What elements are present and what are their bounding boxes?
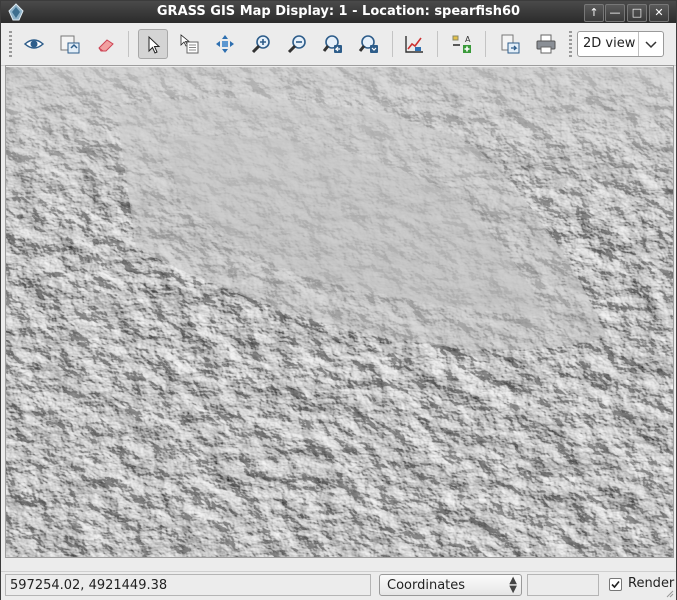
printer-icon (536, 34, 556, 54)
view-mode-value: 2D view (583, 36, 636, 51)
up-down-chevron-icon: ▲ ▼ (509, 575, 517, 595)
pan-button[interactable] (210, 29, 240, 59)
query-icon (180, 34, 199, 54)
eye-icon (23, 39, 45, 49)
render-map-icon (60, 35, 80, 54)
up-arrow-icon: ↑ (589, 6, 599, 19)
pointer-button[interactable] (138, 29, 168, 59)
view-mode-select[interactable]: 2D view (577, 31, 664, 57)
coordinates-value: 597254.02, 4921449.38 (10, 578, 168, 593)
overlay-button[interactable]: A (447, 29, 477, 59)
erase-display-button[interactable] (91, 29, 121, 59)
toolbar-separator (392, 31, 393, 57)
zoom-menu-icon (358, 35, 378, 53)
map-canvas[interactable] (6, 67, 673, 557)
pan-icon (216, 35, 234, 53)
analyze-button[interactable] (399, 29, 429, 59)
statusbar-extra-field (527, 574, 599, 596)
chevron-down-icon[interactable] (638, 32, 663, 56)
display-map-button[interactable] (19, 29, 49, 59)
window-maximize-button[interactable]: □ (627, 4, 647, 22)
analyze-icon (405, 36, 423, 53)
title-bar[interactable]: GRASS GIS Map Display: 1 - Location: spe… (1, 1, 676, 23)
zoom-in-button[interactable] (246, 29, 276, 59)
zoom-back-icon (322, 35, 342, 53)
toolbar-separator (437, 31, 438, 57)
eraser-icon (98, 39, 114, 52)
map-display-window: GRASS GIS Map Display: 1 - Location: spe… (0, 0, 677, 600)
toolbar-separator (485, 31, 486, 57)
checkmark-icon (611, 580, 620, 589)
coordinates-display: 597254.02, 4921449.38 (5, 574, 371, 596)
pointer-icon (148, 35, 161, 54)
render-map-button[interactable] (55, 29, 85, 59)
window-minimize-button[interactable]: — (605, 4, 625, 22)
query-button[interactable] (174, 29, 204, 59)
toolbar-separator (128, 31, 129, 57)
svg-text:A: A (465, 35, 471, 44)
save-image-icon (501, 34, 520, 54)
status-bar: 597254.02, 4921449.38 Coordinates ▲ ▼ Ren… (1, 571, 676, 600)
map-overlay-icon: A (452, 35, 471, 53)
close-icon: ✕ (654, 6, 664, 19)
window-up-button[interactable]: ↑ (584, 4, 604, 22)
zoom-back-button[interactable] (318, 29, 348, 59)
zoom-out-button[interactable] (282, 29, 312, 59)
statusbar-mode-value: Coordinates (387, 578, 466, 593)
window-close-button[interactable]: ✕ (649, 4, 669, 22)
minimize-icon: — (609, 6, 621, 19)
window-title: GRASS GIS Map Display: 1 - Location: spe… (156, 4, 521, 19)
shaded-relief-raster (6, 67, 673, 557)
toolbar-grip[interactable] (9, 31, 12, 57)
resize-grip-icon[interactable] (664, 588, 674, 598)
save-image-button[interactable] (495, 29, 525, 59)
zoom-menu-button[interactable] (354, 29, 384, 59)
render-checkbox[interactable] (609, 578, 622, 591)
statusbar-mode-select[interactable]: Coordinates ▲ ▼ (379, 574, 522, 596)
maximize-icon: □ (631, 6, 643, 19)
zoom-in-icon (251, 35, 270, 54)
print-button[interactable] (531, 29, 561, 59)
map-toolbar: A 2D view (1, 23, 676, 66)
zoom-out-icon (287, 35, 306, 54)
toolbar-grip[interactable] (569, 31, 572, 57)
